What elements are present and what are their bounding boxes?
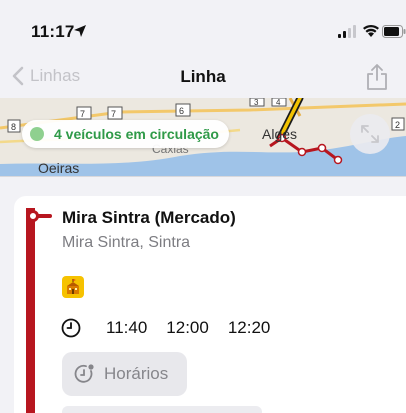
schedule-button[interactable]: Horários [62,352,187,396]
expand-icon [361,125,379,143]
departure-time: 11:40 [106,318,148,337]
vehicles-in-service-pill[interactable]: 4 veículos em circulação [22,120,229,148]
page-title: Linha [180,67,226,86]
status-dot-icon [30,127,44,141]
road-number: 3 [254,98,259,107]
expand-map-button[interactable] [350,114,390,154]
departure-times: 11:40 12:00 12:20 [106,318,289,338]
stop-name[interactable]: Mira Sintra (Mercado) [62,208,236,228]
stop-marker-icon [27,210,39,222]
battery-icon [382,25,406,38]
route-map[interactable]: 7 7 6 3 4 8 2 Oeiras Algés Caxias 4 veíc… [0,98,406,176]
map-label-alges: Algés [262,126,298,142]
vehicles-count-text: 4 veículos em circulação [54,126,219,142]
line-route-bar [26,208,35,413]
section-divider [0,176,406,177]
school-icon [62,276,84,298]
status-bar: 11:17 [0,0,406,58]
schedule-clock-icon [74,364,94,383]
map-label-oeiras: Oeiras [38,160,80,176]
status-time: 11:17 [31,22,75,41]
departure-time: 12:20 [227,318,271,337]
wifi-icon [363,24,379,37]
road-number: 6 [179,106,184,116]
share-icon[interactable] [365,63,389,91]
navigation-bar: Linhas Linha [0,58,406,98]
road-number: 8 [11,122,16,132]
secondary-action-button[interactable] [62,406,262,413]
location-arrow-icon [74,25,86,37]
departure-time: 12:00 [166,318,209,337]
road-number: 7 [111,109,116,119]
road-number: 7 [80,109,85,119]
road-number: 4 [276,98,281,107]
schedule-label: Horários [104,364,169,383]
road-number: 2 [395,120,400,130]
cellular-signal-icon [338,25,356,38]
clock-icon [61,318,81,338]
stop-area: Mira Sintra, Sintra [62,234,191,251]
